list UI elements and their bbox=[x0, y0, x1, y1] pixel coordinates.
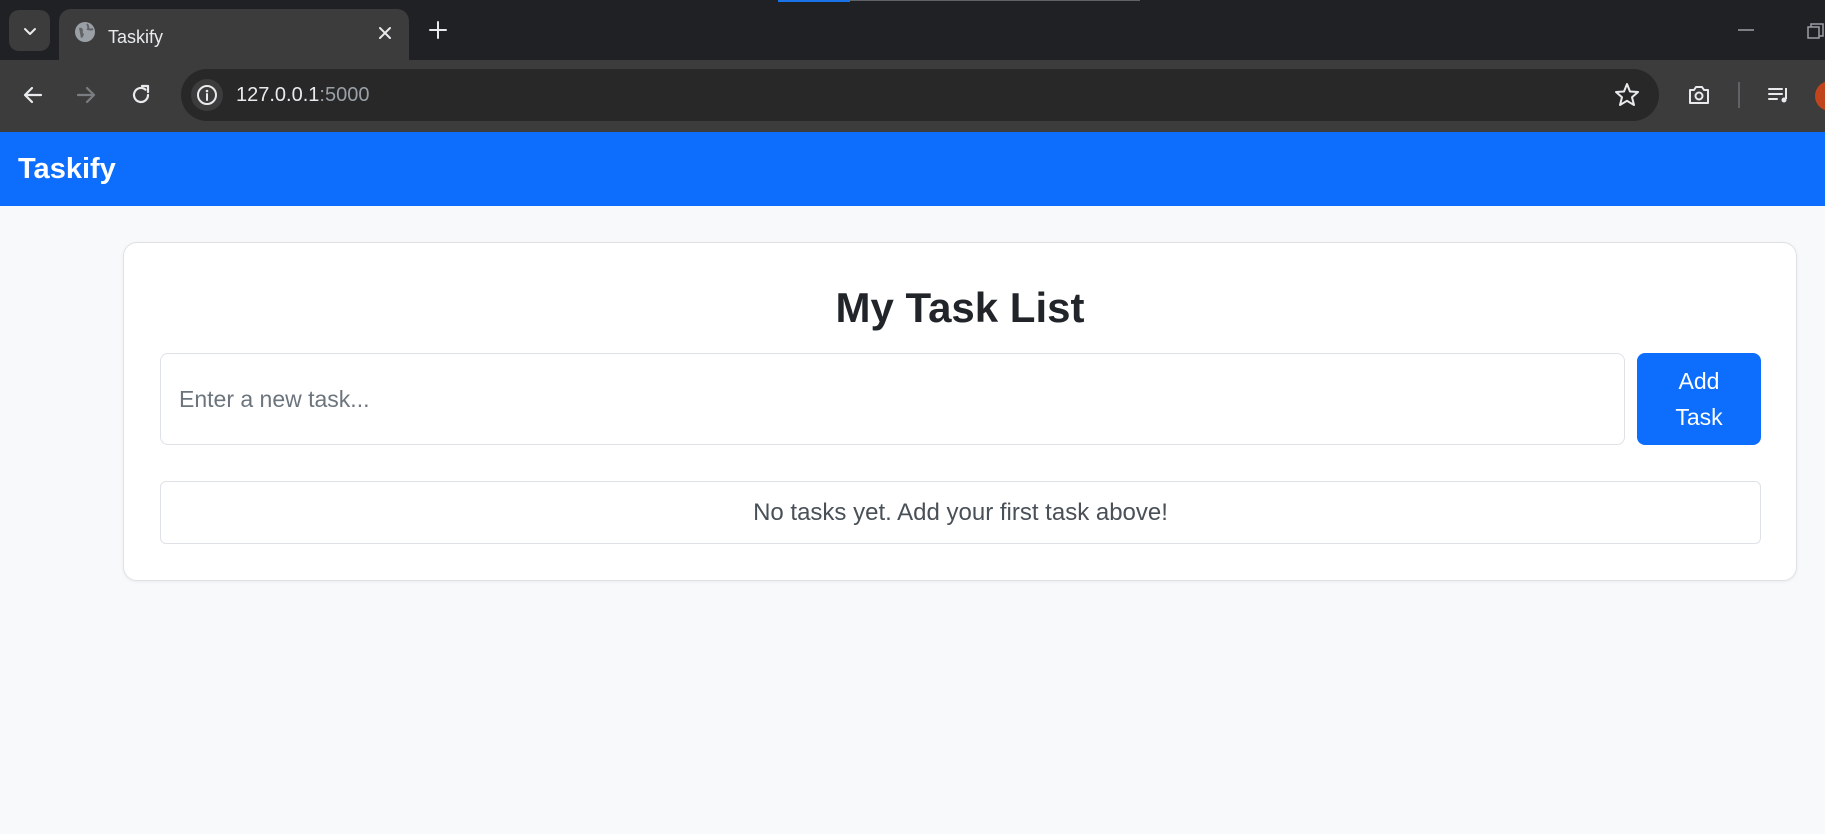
app-navbar: Taskify bbox=[0, 132, 1825, 206]
browser-tab-strip: Taskify bbox=[0, 0, 1825, 60]
browser-toolbar: 127.0.0.1:5000 bbox=[0, 60, 1825, 132]
brand-logo-text[interactable]: Taskify bbox=[18, 152, 116, 186]
star-icon[interactable] bbox=[1613, 81, 1641, 109]
info-icon bbox=[197, 85, 217, 105]
chevron-down-icon bbox=[23, 27, 36, 35]
globe-icon bbox=[75, 22, 95, 42]
tab-strip-divider bbox=[850, 0, 1140, 1]
tab-search-button[interactable] bbox=[9, 10, 50, 51]
url-text: 127.0.0.1:5000 bbox=[236, 83, 369, 107]
restore-icon[interactable] bbox=[1806, 22, 1825, 42]
url-host: 127.0.0.1 bbox=[236, 84, 320, 106]
page-title: My Task List bbox=[835, 284, 1085, 331]
reload-icon[interactable] bbox=[128, 82, 154, 108]
add-task-button[interactable]: Add Task bbox=[1637, 353, 1761, 445]
queue-music-icon[interactable] bbox=[1766, 82, 1792, 108]
minimize-icon[interactable] bbox=[1736, 20, 1756, 40]
address-bar[interactable]: 127.0.0.1:5000 bbox=[181, 69, 1659, 121]
new-task-input[interactable] bbox=[160, 353, 1625, 445]
camera-icon[interactable] bbox=[1686, 82, 1712, 108]
close-icon[interactable] bbox=[373, 21, 397, 45]
arrow-right-icon[interactable] bbox=[73, 82, 99, 108]
url-port: :5000 bbox=[319, 84, 370, 106]
browser-tab[interactable]: Taskify bbox=[59, 9, 409, 60]
site-info-button[interactable] bbox=[191, 79, 223, 111]
empty-state-message: No tasks yet. Add your first task above! bbox=[753, 498, 1168, 526]
task-card: My Task List Add Task No tasks yet. Add … bbox=[123, 242, 1797, 581]
empty-task-list: No tasks yet. Add your first task above! bbox=[160, 481, 1761, 544]
plus-icon[interactable] bbox=[425, 17, 451, 43]
profile-avatar[interactable] bbox=[1815, 81, 1825, 111]
arrow-left-icon[interactable] bbox=[20, 82, 46, 108]
toolbar-divider bbox=[1738, 82, 1740, 108]
tab-loading-indicator bbox=[778, 0, 850, 2]
tab-title: Taskify bbox=[108, 27, 164, 47]
